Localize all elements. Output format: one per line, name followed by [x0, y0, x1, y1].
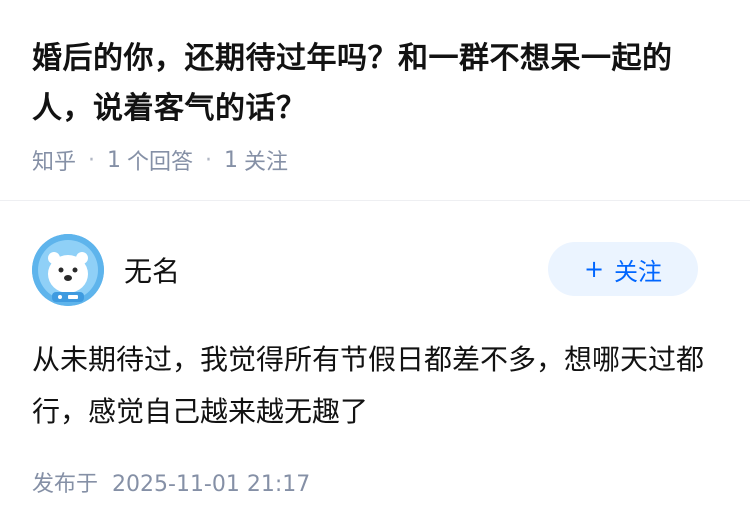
- follow-label: 关注: [614, 257, 663, 286]
- source-label[interactable]: 知乎: [32, 144, 76, 176]
- published-info: 发布于 2025-11-01 21:17: [32, 466, 310, 498]
- answer-content[interactable]: 从未期待过，我觉得所有节假日都差不多，想哪天过都行，感觉自己越来越无趣了: [32, 334, 722, 438]
- plus-icon: +: [583, 255, 605, 283]
- answers-count: 1: [107, 147, 122, 173]
- published-label: 发布于: [32, 472, 99, 497]
- follow-button[interactable]: + 关注: [548, 242, 698, 296]
- divider: [0, 200, 750, 201]
- author-name[interactable]: 无名: [124, 250, 180, 290]
- separator-dot: ·: [88, 147, 96, 173]
- followers-count: 1: [224, 147, 239, 173]
- separator-dot: ·: [205, 147, 213, 173]
- published-date: 2025-11-01 21:17: [112, 472, 311, 497]
- question-meta: 知乎 · 1 个回答 · 1 关注: [32, 144, 288, 176]
- question-title[interactable]: 婚后的你，还期待过年吗？和一群不想呆一起的人，说着客气的话？: [32, 34, 722, 134]
- polar-bear-avatar-icon: [32, 234, 104, 306]
- avatar[interactable]: [32, 234, 104, 306]
- answers-label: 个回答: [127, 150, 194, 175]
- followers-label: 关注: [244, 150, 289, 175]
